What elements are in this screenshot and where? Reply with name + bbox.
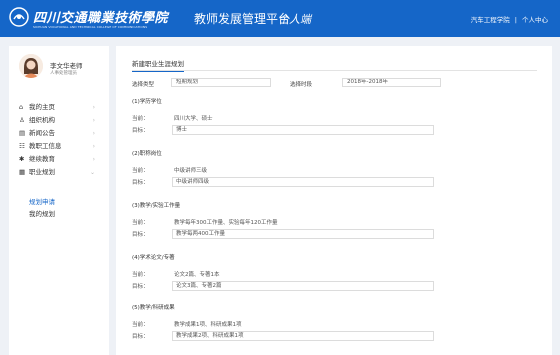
sidebar-item-news[interactable]: ▤ 新闻公告 › xyxy=(9,127,109,140)
section-title: (1)学历学位 xyxy=(132,99,162,105)
chevron-down-icon: ⌄ xyxy=(89,169,95,176)
submenu-my-plans[interactable]: 我的规划 xyxy=(9,208,109,220)
education-icon: ✱ xyxy=(19,155,25,163)
goal-label: 目标： xyxy=(132,128,149,134)
submenu-plan-apply[interactable]: 规划申请 xyxy=(9,196,109,208)
home-icon: ⌂ xyxy=(19,103,24,111)
sidebar: 李文华老师 人事处管理员 ⌂ 我的主页 › ♙ 组织机构 › ▤ 新闻公告 › ☷ 教职… xyxy=(9,46,109,355)
title-divider xyxy=(132,70,537,71)
career-submenu: 规划申请 我的规划 xyxy=(9,196,109,220)
sidebar-item-label: 继续教育 xyxy=(29,155,55,163)
section-title: (5)教学/科研成果 xyxy=(132,305,175,311)
current-label: 当前： xyxy=(132,116,149,122)
type-label: 选择类型 xyxy=(132,82,155,88)
goal-label: 目标： xyxy=(132,284,149,290)
period-label: 选择时段 xyxy=(290,82,313,88)
chevron-right-icon: › xyxy=(92,130,95,137)
top-header: 四川交通職業技術學院 SICHUAN VOCATIONAL AND TECHNI… xyxy=(0,0,560,37)
sidebar-item-label: 新闻公告 xyxy=(29,129,55,137)
header-links: 汽车工程学院 | 个人中心 xyxy=(471,14,548,24)
goal-input[interactable]: 论文3篇、专著2篇 xyxy=(172,281,434,291)
goal-label: 目标： xyxy=(132,334,149,340)
org-icon: ♙ xyxy=(19,116,25,124)
sidebar-menu: ⌂ 我的主页 › ♙ 组织机构 › ▤ 新闻公告 › ☷ 教职工信息 › ✱ 继续教育 ›… xyxy=(9,101,109,179)
goal-input[interactable]: 教学每两400工作量 xyxy=(172,229,434,239)
header-separator: | xyxy=(514,16,517,24)
current-value: 教学每年300工作量、实验每年120工作量 xyxy=(174,220,278,226)
type-select[interactable]: 短期规划 xyxy=(171,78,271,87)
goal-input[interactable]: 中级讲师四级 xyxy=(172,177,434,187)
college-logo-icon xyxy=(9,7,29,27)
goal-input[interactable]: 教学成果2项、科研成果1项 xyxy=(172,331,434,341)
main-panel: 新建职业生涯规划 选择类型 短期规划 选择时段 2018年-2018年 (1)学… xyxy=(116,46,552,355)
college-link[interactable]: 汽车工程学院 xyxy=(471,14,510,24)
current-label: 当前： xyxy=(132,168,149,174)
staff-icon: ☷ xyxy=(19,142,25,150)
current-value: 四川大学、硕士 xyxy=(174,116,213,122)
current-label: 当前： xyxy=(132,272,149,278)
sidebar-item-career[interactable]: ▦ 职业规划 ⌄ xyxy=(9,166,109,179)
news-icon: ▤ xyxy=(19,129,26,137)
current-label: 当前： xyxy=(132,322,149,328)
user-name: 李文华老师 xyxy=(50,62,83,70)
college-name-en: SICHUAN VOCATIONAL AND TECHNICAL COLLEGE… xyxy=(33,25,148,29)
user-profile: 李文华老师 人事处管理员 xyxy=(9,46,109,86)
chevron-right-icon: › xyxy=(92,156,95,163)
chevron-right-icon: › xyxy=(92,104,95,111)
sidebar-item-staff[interactable]: ☷ 教职工信息 › xyxy=(9,140,109,153)
avatar xyxy=(19,54,43,78)
user-role: 人事处管理员 xyxy=(50,71,77,76)
chevron-right-icon: › xyxy=(92,117,95,124)
current-value: 论文2篇、专著1本 xyxy=(174,272,220,278)
sidebar-item-org[interactable]: ♙ 组织机构 › xyxy=(9,114,109,127)
section-title: (3)教学/实验工作量 xyxy=(132,203,181,209)
avatar-image-icon xyxy=(19,54,43,78)
sidebar-item-education[interactable]: ✱ 继续教育 › xyxy=(9,153,109,166)
college-name: 四川交通職業技術學院 xyxy=(33,11,169,26)
section-title: (2)职称岗位 xyxy=(132,151,162,157)
chevron-right-icon: › xyxy=(92,143,95,150)
goal-label: 目标： xyxy=(132,232,149,238)
period-select[interactable]: 2018年-2018年 xyxy=(342,78,441,87)
platform-title: 教师发展管理平台 xyxy=(194,12,291,26)
goal-input[interactable]: 博士 xyxy=(172,125,434,135)
platform-subtitle: 个人端 xyxy=(278,13,311,26)
current-value: 中级讲师三级 xyxy=(174,168,208,174)
current-label: 当前： xyxy=(132,220,149,226)
sidebar-item-label: 我的主页 xyxy=(29,103,55,111)
current-value: 教学成果1项、科研成果1项 xyxy=(174,322,242,328)
sidebar-item-label: 教职工信息 xyxy=(29,142,62,150)
calendar-icon: ▦ xyxy=(19,168,26,176)
goal-label: 目标： xyxy=(132,180,149,186)
sidebar-item-label: 职业规划 xyxy=(29,168,55,176)
personal-center-link[interactable]: 个人中心 xyxy=(522,14,548,24)
section-title: (4)学术论文/专著 xyxy=(132,255,175,261)
sidebar-item-home[interactable]: ⌂ 我的主页 › xyxy=(9,101,109,114)
sidebar-item-label: 组织机构 xyxy=(29,116,55,124)
